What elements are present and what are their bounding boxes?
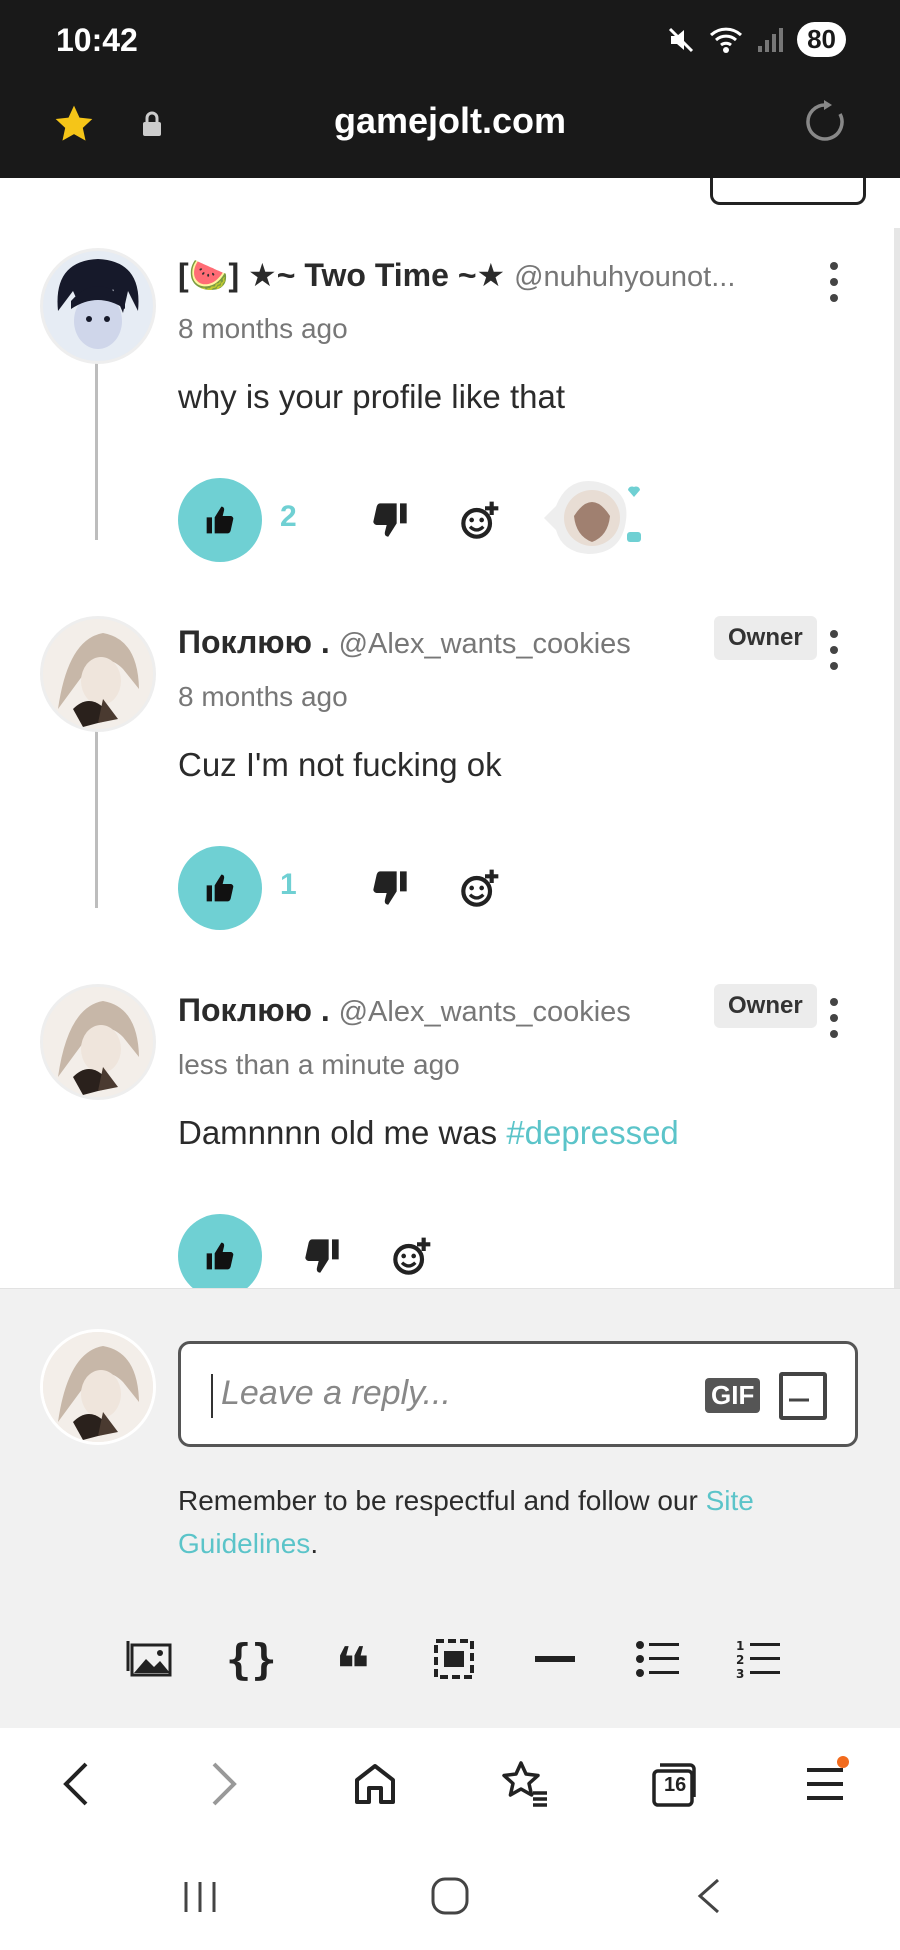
signal-icon	[758, 27, 784, 52]
svg-text:3: 3	[736, 1667, 744, 1680]
more-options-icon[interactable]	[826, 628, 842, 672]
add-reaction-icon[interactable]	[460, 500, 500, 540]
tab-count: 16	[664, 1774, 687, 1796]
comment-header: Поклюю . @Alex_wants_cookies	[178, 992, 631, 1029]
avatar[interactable]	[40, 616, 156, 732]
thumbs-up-icon	[206, 1242, 234, 1270]
comment-header: Поклюю . @Alex_wants_cookies	[178, 624, 631, 661]
svg-text:1: 1	[736, 1639, 744, 1653]
like-count[interactable]: 1	[280, 868, 297, 902]
menu-icon[interactable]	[795, 1754, 855, 1814]
status-icons: 80	[667, 22, 846, 57]
mute-icon	[669, 27, 694, 52]
svg-text:2: 2	[736, 1653, 744, 1667]
comment-text-plain: Damnnnn old me was	[178, 1114, 507, 1151]
username[interactable]: @nuhuhyounot...	[514, 261, 735, 293]
comment-text: Cuz I'm not fucking ok	[178, 746, 502, 783]
comment-header: [🍉] ★~ Two Time ~★ @nuhuhyounot...	[178, 256, 735, 294]
comment-actions: 2	[178, 478, 878, 562]
username[interactable]: @Alex_wants_cookies	[339, 628, 631, 660]
notification-dot	[837, 1756, 849, 1768]
more-options-icon[interactable]	[826, 996, 842, 1040]
bullet-list-icon[interactable]	[631, 1633, 683, 1685]
image-icon[interactable]	[124, 1633, 176, 1685]
formatting-toolbar: {} ❝ 123	[124, 1629, 784, 1700]
dislike-icon[interactable]	[370, 500, 410, 540]
comment-actions: 1	[178, 846, 878, 930]
reload-icon[interactable]	[804, 100, 848, 144]
home-icon[interactable]	[345, 1754, 405, 1814]
comment-text: why is your profile like that	[178, 378, 565, 415]
scrollbar[interactable]	[894, 228, 900, 1288]
browser-nav-bar: 16	[0, 1728, 900, 1840]
reply-input[interactable]: Leave a reply... GIF	[178, 1341, 858, 1447]
comment-text: Damnnnn old me was #depressed	[178, 1114, 679, 1152]
avatar[interactable]	[40, 984, 156, 1100]
hashtag-link[interactable]: #depressed	[506, 1114, 678, 1151]
emoji-icon[interactable]	[779, 1372, 827, 1420]
dislike-icon[interactable]	[370, 868, 410, 908]
current-user-avatar	[40, 1329, 156, 1445]
comment-thread: [🍉] ★~ Two Time ~★ @nuhuhyounot... 8 mon…	[0, 178, 900, 1288]
partial-button[interactable]	[710, 178, 866, 205]
url-text[interactable]: gamejolt.com	[0, 100, 900, 142]
divider-icon[interactable]	[529, 1633, 581, 1685]
timestamp[interactable]: less than a minute ago	[178, 1049, 460, 1081]
recent-apps-icon[interactable]	[180, 1876, 220, 1916]
like-button[interactable]	[178, 846, 262, 930]
like-button[interactable]	[178, 1214, 262, 1288]
guidelines-end: .	[310, 1528, 319, 1559]
home-button-icon[interactable]	[430, 1876, 470, 1916]
comment-actions	[178, 1214, 878, 1288]
like-count[interactable]: 2	[280, 500, 297, 534]
more-options-icon[interactable]	[826, 260, 842, 304]
gif-button[interactable]: GIF	[705, 1378, 761, 1413]
display-name[interactable]: [🍉] ★~ Two Time ~★	[178, 257, 505, 293]
owner-reaction-icon[interactable]	[538, 476, 648, 560]
quote-icon[interactable]: ❝	[327, 1633, 379, 1700]
display-name[interactable]: Поклюю .	[178, 624, 330, 660]
add-reaction-icon[interactable]	[392, 1236, 432, 1276]
status-time: 10:42	[56, 22, 138, 58]
thumbs-up-icon	[206, 874, 234, 902]
system-nav-bar	[0, 1840, 900, 1950]
wifi-icon	[710, 27, 743, 53]
reply-placeholder: Leave a reply...	[221, 1374, 451, 1412]
owner-badge: Owner	[714, 984, 817, 1028]
forward-icon[interactable]	[195, 1754, 255, 1814]
code-block-icon[interactable]: {}	[225, 1633, 277, 1685]
embed-icon[interactable]	[428, 1633, 480, 1685]
tabs-icon[interactable]: 16	[645, 1754, 705, 1814]
dislike-icon[interactable]	[302, 1236, 342, 1276]
timestamp[interactable]: 8 months ago	[178, 313, 348, 345]
back-icon[interactable]	[45, 1754, 105, 1814]
text-caret	[211, 1374, 213, 1418]
bookmarks-icon[interactable]	[495, 1754, 555, 1814]
username[interactable]: @Alex_wants_cookies	[339, 996, 631, 1028]
avatar[interactable]	[40, 248, 156, 364]
like-button[interactable]	[178, 478, 262, 562]
numbered-list-icon[interactable]: 123	[732, 1633, 784, 1685]
thumbs-up-icon	[206, 506, 234, 534]
guidelines-text: Remember to be respectful and follow our	[178, 1485, 706, 1516]
reply-panel: Leave a reply... GIF Remember to be resp…	[0, 1288, 900, 1729]
add-reaction-icon[interactable]	[460, 868, 500, 908]
system-back-icon[interactable]	[690, 1876, 730, 1916]
guidelines-notice: Remember to be respectful and follow our…	[178, 1479, 838, 1565]
battery-indicator: 80	[797, 22, 846, 57]
browser-top-bar: 10:42 80 gamejolt.com	[0, 0, 900, 178]
display-name[interactable]: Поклюю .	[178, 992, 330, 1028]
timestamp[interactable]: 8 months ago	[178, 681, 348, 713]
owner-badge: Owner	[714, 616, 817, 660]
